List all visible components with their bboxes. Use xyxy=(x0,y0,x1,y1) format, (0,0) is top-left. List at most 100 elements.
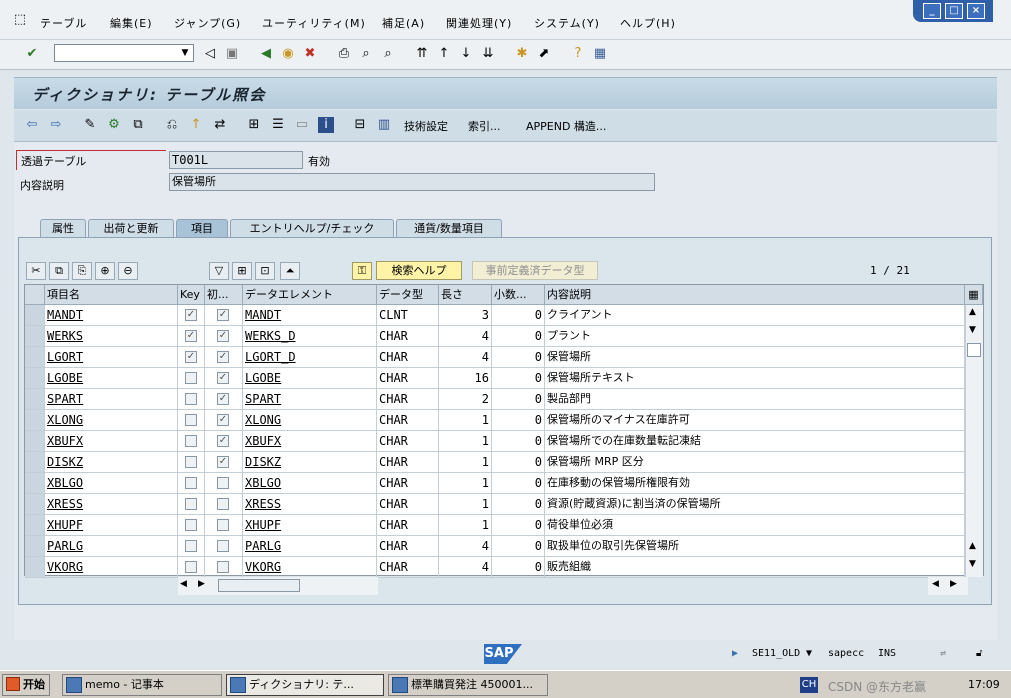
where-used-icon[interactable]: ↑ xyxy=(188,117,204,133)
menu-environment[interactable]: 関連処理(Y) xyxy=(446,15,512,31)
row-selector[interactable] xyxy=(25,389,45,410)
key-checkbox[interactable] xyxy=(185,393,197,405)
cell-data-element[interactable]: XRESS xyxy=(243,494,377,515)
cell-data-element[interactable]: XBUFX xyxy=(243,431,377,452)
cancel-icon[interactable]: ✖ xyxy=(302,46,318,62)
cell-field-name[interactable]: VKORG xyxy=(45,557,178,578)
scroll-up-bottom-icon[interactable]: ▲ xyxy=(969,541,976,551)
sort-icon[interactable]: ⏶ xyxy=(280,262,300,280)
first-page-icon[interactable]: ⇈ xyxy=(414,46,430,62)
new-session-icon[interactable]: ✱ xyxy=(514,46,530,62)
initial-checkbox[interactable] xyxy=(217,477,229,489)
row-selector[interactable] xyxy=(25,305,45,326)
initial-checkbox[interactable]: ✓ xyxy=(217,309,229,321)
key-checkbox[interactable] xyxy=(185,561,197,573)
horizontal-scrollbar-left[interactable]: ◀ ▶ xyxy=(178,577,378,595)
key-icon[interactable]: ⚿ xyxy=(352,262,372,280)
cell-field-name[interactable]: XHUPF xyxy=(45,515,178,536)
back-icon[interactable]: ◀ xyxy=(258,46,274,62)
initial-checkbox[interactable]: ✓ xyxy=(217,351,229,363)
minimize-button[interactable]: _ xyxy=(923,3,941,19)
column-header-data-element[interactable]: データエレメント xyxy=(243,285,377,305)
task-purchase-order[interactable]: 標準購買発注 450001... xyxy=(388,674,548,696)
key-checkbox[interactable] xyxy=(185,414,197,426)
key-checkbox[interactable] xyxy=(185,435,197,447)
tab-currency-quantity[interactable]: 通貨/数量項目 xyxy=(396,219,502,238)
hierarchy-icon[interactable]: ⊞ xyxy=(246,117,262,133)
delete-row-icon[interactable]: ⊖ xyxy=(118,262,138,280)
details-icon[interactable]: ⊞ xyxy=(232,262,252,280)
tab-delivery-maintenance[interactable]: 出荷と更新 xyxy=(88,219,174,238)
table-row[interactable]: ✓ ✓ MANDT MANDT CLNT 3 0 クライアント xyxy=(25,305,965,326)
cell-field-name[interactable]: PARLG xyxy=(45,536,178,557)
help-icon[interactable]: ? xyxy=(570,46,586,62)
maximize-button[interactable]: □ xyxy=(945,3,963,19)
initial-checkbox[interactable] xyxy=(217,561,229,573)
key-checkbox[interactable] xyxy=(185,372,197,384)
cell-field-name[interactable]: XRESS xyxy=(45,494,178,515)
table-grid-icon[interactable]: ▥ xyxy=(376,117,392,133)
enter-icon[interactable]: ✔ xyxy=(24,46,40,62)
system-menu-icon[interactable]: ⬚ xyxy=(12,12,28,28)
cell-data-element[interactable]: DISKZ xyxy=(243,452,377,473)
cut-icon[interactable]: ✂ xyxy=(26,262,46,280)
tab-fields[interactable]: 項目 xyxy=(176,219,228,238)
key-checkbox[interactable]: ✓ xyxy=(185,351,197,363)
row-selector[interactable] xyxy=(25,494,45,515)
table-row[interactable]: PARLG PARLG CHAR 4 0 取扱単位の取引先保管場所 xyxy=(25,536,965,557)
table-row[interactable]: XHUPF XHUPF CHAR 1 0 荷役単位必須 xyxy=(25,515,965,536)
task-notepad[interactable]: memo - 记事本 xyxy=(62,674,222,696)
row-selector[interactable] xyxy=(25,452,45,473)
cell-data-element[interactable]: MANDT xyxy=(243,305,377,326)
description-field[interactable]: 保管場所 xyxy=(169,173,655,191)
initial-checkbox[interactable] xyxy=(217,498,229,510)
table-row[interactable]: ✓ XLONG XLONG CHAR 1 0 保管場所のマイナス在庫許可 xyxy=(25,410,965,431)
cell-field-name[interactable]: WERKS xyxy=(45,326,178,347)
previous-page-icon[interactable]: ↑ xyxy=(436,46,452,62)
cell-data-element[interactable]: PARLG xyxy=(243,536,377,557)
table-row[interactable]: XRESS XRESS CHAR 1 0 資源(貯蔵資源)に割当済の保管場所 xyxy=(25,494,965,515)
row-selector[interactable] xyxy=(25,536,45,557)
table-row[interactable]: ✓ SPART SPART CHAR 2 0 製品部門 xyxy=(25,389,965,410)
key-checkbox[interactable] xyxy=(185,498,197,510)
cell-field-name[interactable]: DISKZ xyxy=(45,452,178,473)
cell-data-element[interactable]: VKORG xyxy=(243,557,377,578)
table-row[interactable]: ✓ ✓ LGORT LGORT_D CHAR 4 0 保管場所 xyxy=(25,347,965,368)
menu-utilities[interactable]: ユーティリティ(M) xyxy=(262,15,366,31)
scroll-left-right-icon[interactable]: ◀ xyxy=(932,579,939,589)
column-header-data-type[interactable]: データ型 xyxy=(377,285,439,305)
column-header-key[interactable]: Key xyxy=(178,285,205,305)
menu-help[interactable]: ヘルプ(H) xyxy=(620,15,676,31)
column-header-field-name[interactable]: 項目名 xyxy=(45,285,178,305)
column-settings-icon[interactable]: ▦ xyxy=(965,285,983,305)
menu-goto[interactable]: ジャンプ(G) xyxy=(174,15,241,31)
cell-field-name[interactable]: LGORT xyxy=(45,347,178,368)
row-selector[interactable] xyxy=(25,326,45,347)
menu-table[interactable]: テーブル xyxy=(40,15,87,31)
chevron-down-icon[interactable]: ▼ xyxy=(177,45,193,61)
shortcut-icon[interactable]: ⬈ xyxy=(536,46,552,62)
transaction-code[interactable]: SE11_OLD xyxy=(752,648,800,659)
transaction-dropdown-icon[interactable]: ▼ xyxy=(806,648,812,659)
command-field[interactable]: ▼ xyxy=(54,44,194,62)
initial-checkbox[interactable] xyxy=(217,519,229,531)
insert-row-icon[interactable]: ⊕ xyxy=(95,262,115,280)
other-object-icon[interactable]: ⎌ xyxy=(164,117,180,133)
exit-icon[interactable]: ◉ xyxy=(280,46,296,62)
search-help-button[interactable]: 検索ヘルプ xyxy=(376,261,462,280)
tab-entry-help[interactable]: エントリヘルプ/チェック xyxy=(230,219,394,238)
append-structure-button[interactable]: APPEND 構造... xyxy=(526,118,606,134)
close-button[interactable]: × xyxy=(967,3,985,19)
scroll-down-bottom-icon[interactable]: ▼ xyxy=(969,559,976,569)
table-row[interactable]: ✓ DISKZ DISKZ CHAR 1 0 保管場所 MRP 区分 xyxy=(25,452,965,473)
row-selector[interactable] xyxy=(25,410,45,431)
scroll-right-right-icon[interactable]: ▶ xyxy=(950,579,957,589)
scroll-thumb[interactable] xyxy=(967,343,981,357)
new-rows-icon[interactable]: ⊡ xyxy=(255,262,275,280)
copy-icon[interactable]: ⧉ xyxy=(49,262,69,280)
row-selector[interactable] xyxy=(25,515,45,536)
key-checkbox[interactable]: ✓ xyxy=(185,309,197,321)
initial-checkbox[interactable]: ✓ xyxy=(217,393,229,405)
cell-data-element[interactable]: LGOBE xyxy=(243,368,377,389)
row-selector[interactable] xyxy=(25,368,45,389)
